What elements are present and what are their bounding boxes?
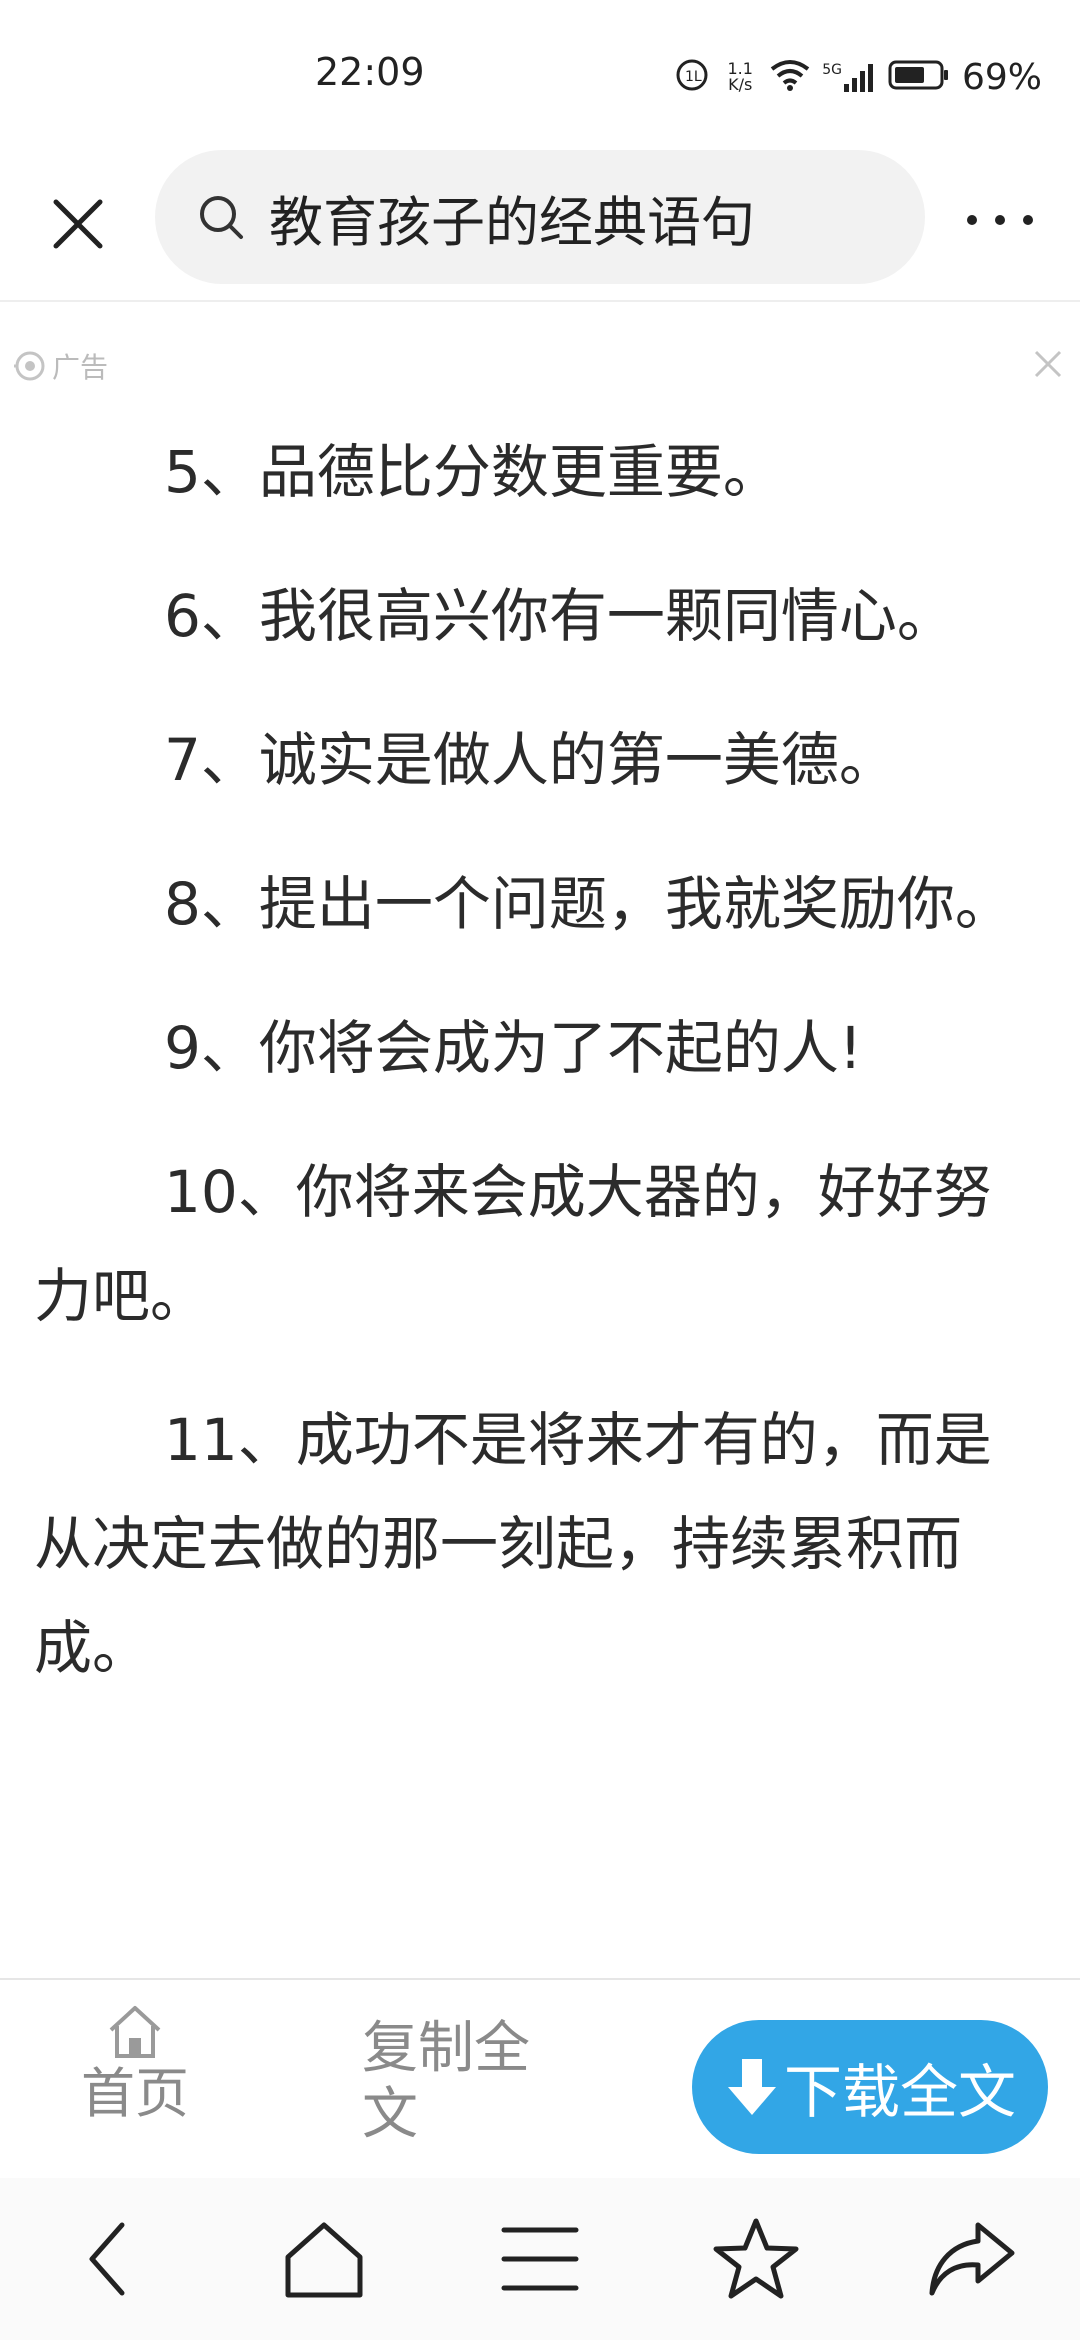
net-speed: 1.1 K/s [722,61,758,93]
home-tab-label: 首页 [81,2062,189,2125]
article-paragraph: 11、成功不是将来才有的，而是从决定去做的那一刻起，持续累积而成。 [34,1406,992,1682]
article-paragraph: 6、我很高兴你有一颗同情心。 [164,582,955,650]
search-box[interactable]: 教育孩子的经典语句 [155,150,925,284]
copy-full-text-button[interactable]: 复制全文 [362,2016,562,2148]
menu-button[interactable] [485,2204,595,2314]
home-button[interactable] [269,2204,379,2314]
ad-row: 广告 [0,340,1080,400]
home-icon [285,2222,363,2298]
wifi-icon [770,59,810,95]
article-paragraph: 8、提出一个问题，我就奖励你。 [164,870,1013,938]
status-indicators: 1L 1.1 K/s 5G 69% [674,52,1042,102]
search-query: 教育孩子的经典语句 [269,190,755,254]
close-icon [1034,350,1062,378]
favorite-button[interactable] [701,2204,811,2314]
article-paragraph: 5、品德比分数更重要。 [164,438,781,506]
more-dots-icon [967,215,1033,225]
more-button[interactable] [960,190,1040,250]
download-full-text-button[interactable]: 下载全文 [692,2020,1048,2154]
battery-icon [888,59,950,95]
share-icon [929,2222,1015,2296]
download-arrow-icon [727,2059,776,2115]
net-speed-unit: K/s [728,75,753,94]
status-bar: 22:09 1L 1.1 K/s 5G 69% [0,0,1080,150]
cellular-signal-icon: 5G [822,62,876,92]
status-time: 22:09 [315,50,425,94]
article-paragraph: 7、诚实是做人的第一美德。 [164,726,897,794]
article-body: 5、品德比分数更重要。 6、我很高兴你有一颗同情心。 7、诚实是做人的第一美德。… [34,420,1044,1740]
star-icon [713,2218,799,2299]
browser-nav-bar [0,2178,1080,2340]
close-button[interactable] [40,186,116,262]
close-icon [53,199,103,249]
ad-close-button[interactable] [1030,346,1066,382]
home-icon [109,2006,161,2058]
home-tab-button[interactable]: 首页 [70,2000,200,2160]
menu-icon [501,2227,579,2291]
ad-label: 广告 [12,346,108,386]
network-type: 5G [822,62,842,78]
back-button[interactable] [53,2204,163,2314]
back-arrow-icon [89,2222,125,2296]
search-icon [195,191,247,243]
download-label: 下载全文 [783,2058,1016,2126]
share-button[interactable] [917,2204,1027,2314]
article-paragraph: 10、你将来会成大器的，好好努力吧。 [34,1158,992,1330]
ad-text: 广告 [52,351,109,384]
svg-text:1L: 1L [685,69,702,85]
battery-percent: 69% [961,56,1042,98]
search-header: 教育孩子的经典语句 [0,150,1080,302]
action-bar: 首页 复制全文 下载全文 [0,1978,1080,2178]
hd-call-icon: 1L [674,57,710,97]
ad-icon [14,351,45,381]
article-paragraph: 9、你将会成为了不起的人! [164,1014,863,1082]
